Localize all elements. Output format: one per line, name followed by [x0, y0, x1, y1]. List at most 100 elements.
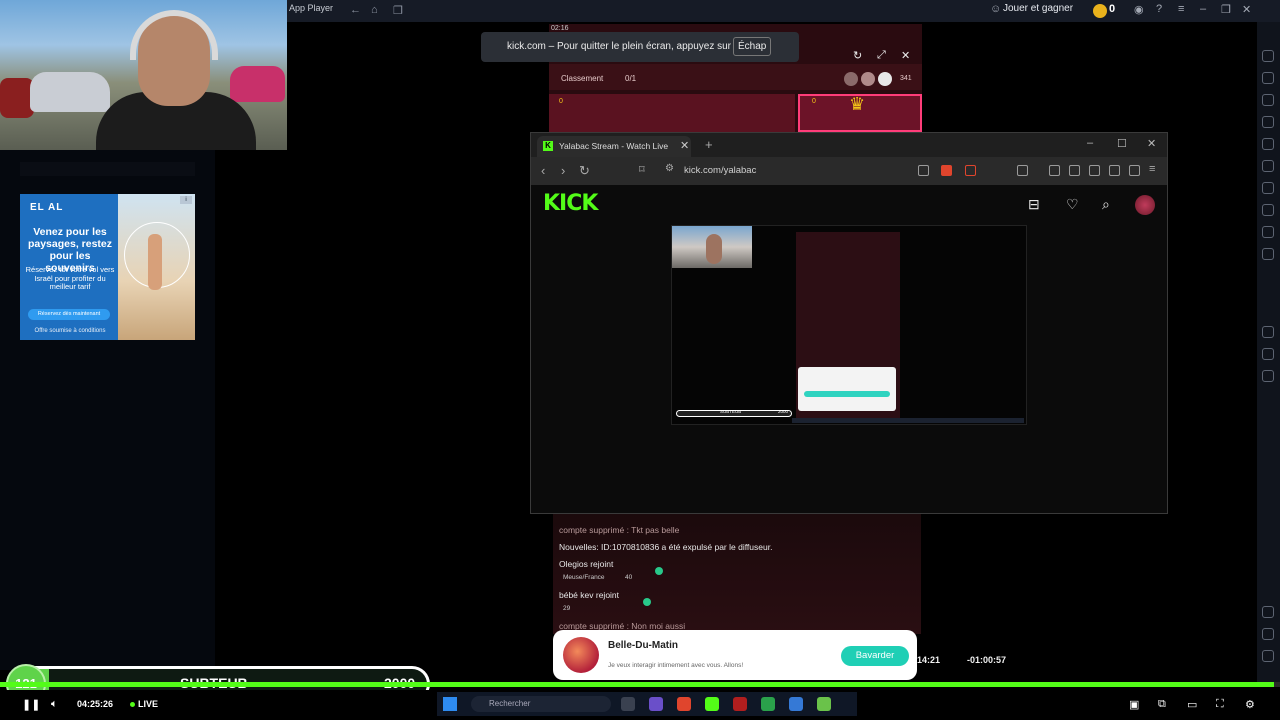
browser-close-icon[interactable]: ✕ — [1147, 137, 1156, 150]
chat-notification[interactable]: Belle-Du-Matin Je veux interagir intimem… — [553, 630, 917, 680]
taskview-icon[interactable] — [621, 697, 635, 711]
vpn-icon[interactable] — [1129, 165, 1140, 176]
chat-message: Olegios rejoint — [559, 559, 614, 569]
theater-mode-icon[interactable]: ▭ — [1187, 698, 1197, 711]
minimize-icon[interactable]: – — [1200, 3, 1206, 15]
multi-instance-icon[interactable]: ❐ — [393, 4, 403, 17]
toolbar-media-icon[interactable] — [1262, 226, 1274, 238]
help-icon[interactable]: ? — [1156, 3, 1162, 15]
stream-video[interactable]: SUBTEUB 2000 — [671, 225, 1027, 425]
menu-icon[interactable]: ≡ — [1178, 3, 1184, 15]
nested-webcam — [672, 226, 752, 268]
discord-icon[interactable] — [649, 697, 663, 711]
toolbar-shake-icon[interactable] — [1262, 160, 1274, 172]
restore-icon[interactable]: ❐ — [1221, 3, 1231, 16]
miniplayer-icon[interactable]: ▣ — [1129, 698, 1139, 711]
toolbar-home-icon[interactable] — [1262, 650, 1274, 662]
explorer-icon[interactable] — [789, 697, 803, 711]
ranking-label[interactable]: Classement — [561, 74, 603, 83]
share-icon[interactable] — [918, 165, 929, 176]
tab-close-icon[interactable]: ✕ — [680, 139, 689, 152]
seek-played — [0, 682, 1274, 687]
settings-gear-icon[interactable]: ⚙ — [1245, 698, 1255, 711]
toolbar-back-icon[interactable] — [1262, 628, 1274, 640]
toolbar-macro-icon[interactable] — [1262, 116, 1274, 128]
app-player-title: App Player — [289, 3, 334, 13]
ad-banner[interactable]: EL AL Venez pour les paysages, restez po… — [20, 194, 195, 340]
player-controls: ❚❚ 🔈︎ 04:25:26 LIVE Rechercher ▣ ⧉ ▭ ⛶ ⚙ — [0, 690, 1280, 720]
account-icon[interactable]: ◉ — [1134, 3, 1144, 16]
search-icon[interactable]: ⌕ — [1102, 196, 1110, 213]
forward-arrow-icon[interactable]: › — [561, 163, 565, 178]
follow-heart-icon[interactable]: ♡ — [1066, 196, 1079, 213]
kick-app-icon[interactable] — [705, 697, 719, 711]
nested-sub-label: SUBTEUB — [720, 409, 742, 414]
rewards-label[interactable]: Jouer et gagner — [1003, 3, 1073, 14]
site-info-icon[interactable]: ⚙ — [665, 163, 674, 174]
pause-icon[interactable]: ❚❚ — [22, 698, 40, 711]
brave-rewards-icon[interactable] — [965, 165, 976, 176]
start-icon[interactable] — [443, 697, 457, 711]
crown-icon: ♛ — [849, 94, 866, 114]
chat-panel: compte supprimé : Tkt pas belle Nouvelle… — [553, 514, 921, 634]
wallet-icon[interactable] — [1089, 165, 1100, 176]
browser-menu-icon[interactable]: ≡ — [1149, 163, 1155, 175]
toolbar-location-icon[interactable] — [1262, 138, 1274, 150]
nested-popup — [798, 367, 896, 411]
new-tab-icon[interactable]: + — [705, 137, 713, 152]
address-bar: ‹ › ↻ ⌑ ⚙ kick.com/yalabac ≡ — [531, 157, 1167, 185]
toolbar-sync-icon[interactable] — [1262, 370, 1274, 382]
browser-minimize-icon[interactable]: – — [1087, 137, 1093, 149]
rewards-icon[interactable]: ☺ — [990, 3, 1001, 15]
game-close-icon[interactable]: ✕ — [901, 49, 910, 62]
toolbar-collapse-icon[interactable] — [1262, 50, 1274, 62]
brave-shield-icon[interactable] — [941, 165, 952, 176]
brave-icon[interactable] — [677, 697, 691, 711]
toolbar-keyboard-icon[interactable] — [1262, 94, 1274, 106]
reload-icon[interactable]: ↻ — [579, 163, 590, 179]
cast-icon[interactable]: ⧉ — [1158, 698, 1166, 711]
taskbar-search[interactable]: Rechercher — [471, 696, 611, 712]
sidebar-icon[interactable] — [1069, 165, 1080, 176]
toolbar-layers-icon[interactable] — [1262, 348, 1274, 360]
bluestacks-icon[interactable] — [761, 697, 775, 711]
timestamp-left: 14:21 — [917, 655, 941, 665]
back-icon[interactable]: ← — [350, 4, 361, 16]
obs-icon[interactable] — [733, 697, 747, 711]
live-dot-icon — [130, 702, 135, 707]
leo-icon[interactable] — [1109, 165, 1120, 176]
expand-icon[interactable]: ⤢ — [877, 49, 886, 62]
toolbar-volume-icon[interactable] — [1262, 72, 1274, 84]
chrome-icon[interactable] — [817, 697, 831, 711]
screenshot-ext-icon[interactable] — [1017, 165, 1028, 176]
toolbar-eco-icon[interactable] — [1262, 326, 1274, 338]
toolbar-rotate-icon[interactable] — [1262, 248, 1274, 260]
browser-window: K Yalabac Stream - Watch Live ✕ + – ☐ ✕ … — [530, 132, 1168, 514]
toolbar-settings-icon[interactable] — [1262, 606, 1274, 618]
refresh-icon[interactable]: ↻ — [853, 49, 862, 62]
back-arrow-icon[interactable]: ‹ — [541, 163, 545, 178]
game-seat-left[interactable]: 0 — [549, 94, 795, 132]
ad-cta-button[interactable]: Réservez dès maintenant — [28, 309, 110, 320]
streamer-webcam — [0, 0, 287, 150]
nested-sub-goal: 2000 — [778, 409, 789, 414]
video-seek-bar[interactable] — [0, 682, 1280, 687]
toolbar-record-icon[interactable] — [1262, 204, 1274, 216]
fullscreen-icon[interactable]: ⛶ — [1216, 698, 1224, 711]
user-avatar[interactable] — [1135, 195, 1155, 215]
home-icon[interactable]: ⌂ — [371, 4, 378, 16]
toolbar-screenshot-icon[interactable] — [1262, 182, 1274, 194]
kick-logo[interactable]: KICK — [543, 191, 598, 216]
url-field[interactable]: kick.com/yalabac — [684, 165, 756, 176]
notification-avatar — [563, 637, 599, 673]
theater-icon[interactable]: ⊟ — [1028, 196, 1040, 213]
music-icon[interactable] — [1049, 165, 1060, 176]
browser-tab[interactable]: K Yalabac Stream - Watch Live ✕ — [537, 136, 691, 157]
bookmark-icon[interactable]: ⌑ — [639, 163, 645, 176]
close-icon[interactable]: ✕ — [1242, 3, 1251, 16]
chat-button[interactable]: Bavarder — [841, 646, 909, 666]
ad-info-icon[interactable]: i — [180, 196, 192, 204]
chat-level: 40 — [625, 574, 633, 581]
volume-icon[interactable]: 🔈︎ — [51, 698, 58, 711]
browser-maximize-icon[interactable]: ☐ — [1117, 137, 1127, 150]
